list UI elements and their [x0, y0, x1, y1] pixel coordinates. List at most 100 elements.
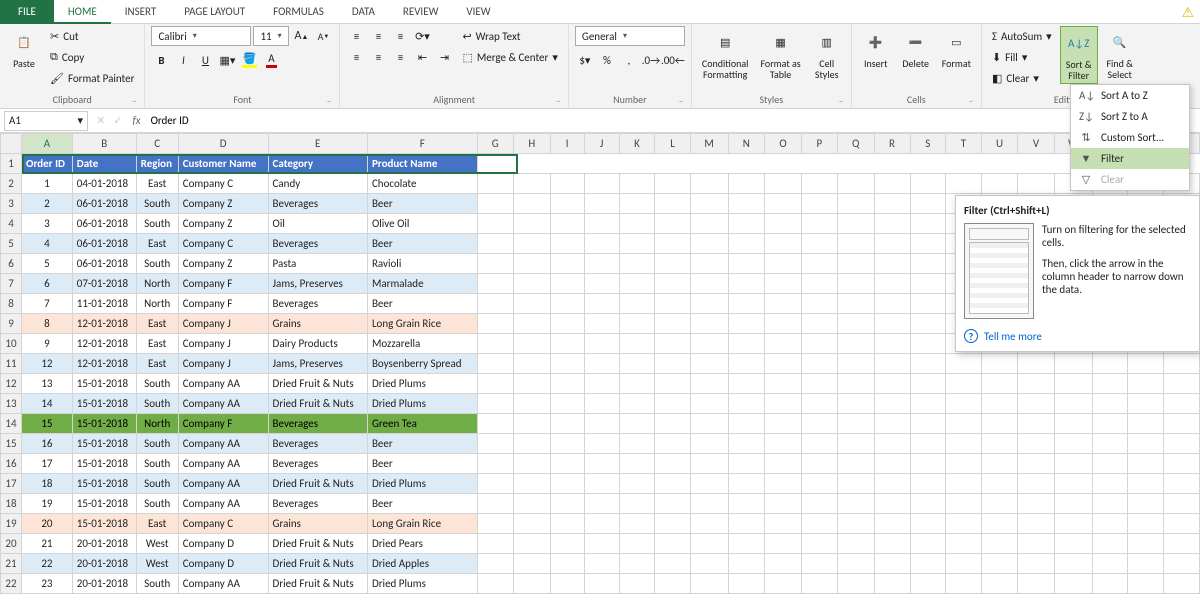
cell[interactable]: [584, 494, 619, 514]
cell[interactable]: Company AA: [178, 494, 268, 514]
cell[interactable]: [801, 254, 837, 274]
cell[interactable]: [910, 414, 946, 434]
cell[interactable]: [655, 354, 690, 374]
cell[interactable]: 5: [22, 254, 73, 274]
cell[interactable]: [981, 454, 1018, 474]
cell[interactable]: [728, 334, 765, 354]
cell[interactable]: [477, 354, 514, 374]
cell[interactable]: [801, 454, 837, 474]
row-header[interactable]: 17: [1, 474, 22, 494]
cell[interactable]: [514, 274, 550, 294]
cell[interactable]: 14: [22, 394, 73, 414]
cell[interactable]: [728, 374, 765, 394]
cell[interactable]: Dried Pears: [367, 534, 477, 554]
cell[interactable]: Dried Fruit & Nuts: [268, 374, 367, 394]
cell[interactable]: [655, 494, 690, 514]
cell[interactable]: 20-01-2018: [72, 574, 136, 594]
cell[interactable]: South: [136, 574, 178, 594]
cell[interactable]: [874, 474, 910, 494]
cell[interactable]: East: [136, 234, 178, 254]
cell[interactable]: [584, 574, 619, 594]
cell[interactable]: [584, 194, 619, 214]
cell[interactable]: [801, 554, 837, 574]
cell[interactable]: [765, 374, 802, 394]
cell[interactable]: [1018, 514, 1054, 534]
cell[interactable]: [765, 334, 802, 354]
cell[interactable]: [1164, 454, 1200, 474]
cell[interactable]: Beverages: [268, 494, 367, 514]
row-header[interactable]: 20: [1, 534, 22, 554]
cell[interactable]: [801, 474, 837, 494]
percent-button[interactable]: %: [597, 50, 617, 70]
row-header[interactable]: 19: [1, 514, 22, 534]
cell[interactable]: [946, 454, 982, 474]
cell[interactable]: Oil: [268, 214, 367, 234]
cell[interactable]: [477, 334, 514, 354]
cell[interactable]: 20: [22, 514, 73, 534]
cell[interactable]: [514, 374, 550, 394]
cell[interactable]: [728, 394, 765, 414]
cell[interactable]: Beer: [367, 294, 477, 314]
cell[interactable]: [550, 174, 584, 194]
cell[interactable]: [946, 554, 982, 574]
cell[interactable]: [655, 554, 690, 574]
cell[interactable]: [514, 174, 550, 194]
cell[interactable]: [1092, 374, 1128, 394]
cell[interactable]: [946, 174, 982, 194]
cell[interactable]: [514, 214, 550, 234]
cell[interactable]: Beverages: [268, 294, 367, 314]
cell[interactable]: [514, 434, 550, 454]
cell[interactable]: [550, 554, 584, 574]
cell[interactable]: [837, 314, 874, 334]
cell[interactable]: 06-01-2018: [72, 254, 136, 274]
cell[interactable]: [728, 274, 765, 294]
cell[interactable]: Company AA: [178, 474, 268, 494]
cell[interactable]: [690, 294, 728, 314]
cell[interactable]: Beer: [367, 234, 477, 254]
cell[interactable]: [584, 314, 619, 334]
cell[interactable]: 16: [22, 434, 73, 454]
cell[interactable]: [801, 334, 837, 354]
col-header-T[interactable]: T: [946, 134, 982, 154]
cell[interactable]: [690, 194, 728, 214]
cell[interactable]: [801, 174, 837, 194]
cell[interactable]: [1054, 454, 1092, 474]
cell[interactable]: [1054, 394, 1092, 414]
cell[interactable]: [1018, 454, 1054, 474]
cell[interactable]: [619, 234, 655, 254]
cell[interactable]: [801, 394, 837, 414]
cell[interactable]: South: [136, 214, 178, 234]
cell[interactable]: [1128, 454, 1164, 474]
cell[interactable]: [874, 214, 910, 234]
cell[interactable]: 1: [22, 174, 73, 194]
orientation-button[interactable]: ⟳▾: [412, 26, 432, 46]
cell[interactable]: [765, 414, 802, 434]
cell[interactable]: [1054, 434, 1092, 454]
cell[interactable]: [728, 554, 765, 574]
cell[interactable]: [765, 454, 802, 474]
cut-button[interactable]: ✂Cut: [46, 26, 138, 46]
number-format-combo[interactable]: General▾: [575, 26, 685, 46]
cell[interactable]: [874, 574, 910, 594]
cell[interactable]: [584, 294, 619, 314]
cell[interactable]: [1054, 374, 1092, 394]
cell[interactable]: [765, 174, 802, 194]
row-header[interactable]: 8: [1, 294, 22, 314]
cell[interactable]: [655, 474, 690, 494]
cell[interactable]: [1092, 434, 1128, 454]
cell[interactable]: West: [136, 554, 178, 574]
cell[interactable]: [765, 254, 802, 274]
cell[interactable]: [550, 314, 584, 334]
cell[interactable]: [514, 334, 550, 354]
cell[interactable]: [514, 354, 550, 374]
cell[interactable]: Company C: [178, 174, 268, 194]
cell[interactable]: [1054, 414, 1092, 434]
col-header-M[interactable]: M: [690, 134, 728, 154]
cell[interactable]: [837, 414, 874, 434]
cell[interactable]: Pasta: [268, 254, 367, 274]
cell[interactable]: [946, 474, 982, 494]
cell[interactable]: [1092, 534, 1128, 554]
cell[interactable]: 2: [22, 194, 73, 214]
cell[interactable]: [874, 374, 910, 394]
cell[interactable]: 22: [22, 554, 73, 574]
